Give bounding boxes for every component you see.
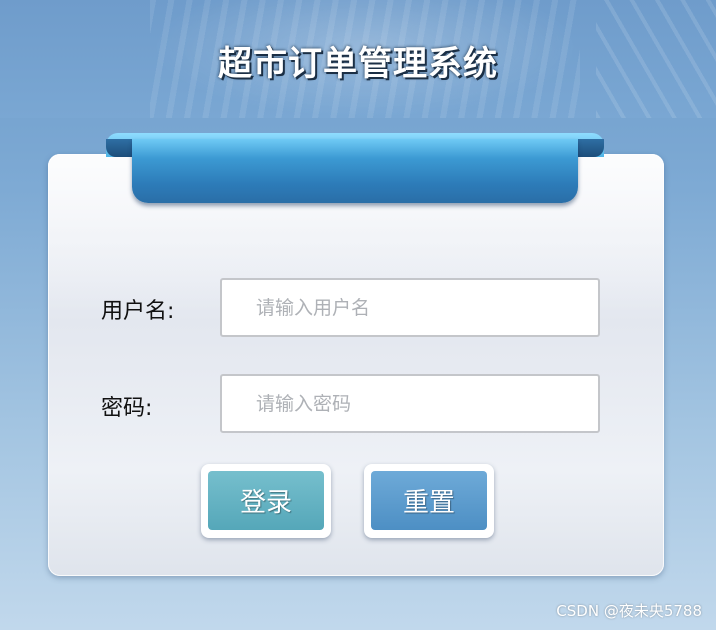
username-label: 用户名: [101,299,175,324]
reset-button[interactable]: 重置 [371,471,487,530]
reset-button-frame: 重置 [364,464,494,538]
ribbon-fold-right [578,139,604,157]
login-button[interactable]: 登录 [208,471,324,530]
ribbon-fold-left [106,139,132,157]
ribbon-front [132,139,578,203]
login-button-frame: 登录 [201,464,331,538]
password-label: 密码: [101,396,153,421]
page-title: 超市订单管理系统 [218,44,498,84]
username-input[interactable] [220,278,600,337]
watermark: CSDN @夜未央5788 [556,602,702,620]
password-input[interactable] [220,374,600,433]
panel-ribbon [106,133,604,205]
login-panel [48,154,664,576]
